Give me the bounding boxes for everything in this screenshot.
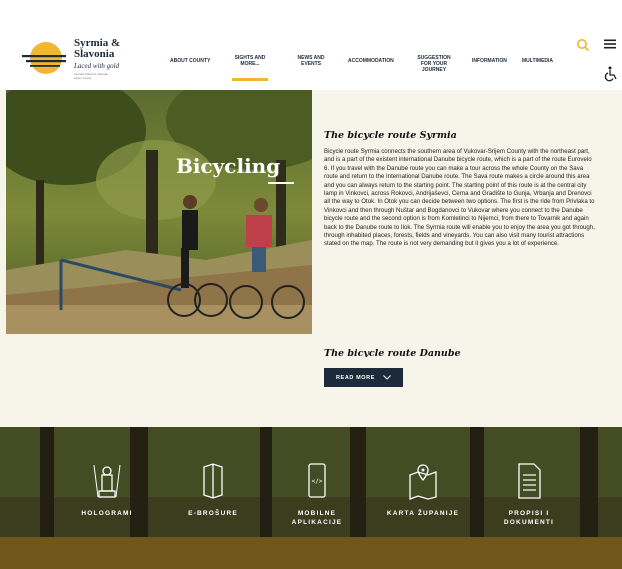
article: The bicycle route Syrmia Bicycle route S…: [324, 130, 596, 357]
next-article-title: The bicycle route Danube: [324, 348, 461, 357]
nav-item-suggestion[interactable]: SUGGESTION FOR YOUR JOURNEY: [412, 55, 456, 73]
read-more-button[interactable]: READ MORE: [324, 368, 403, 387]
footer-label-holograms: HOLOGRAMI: [81, 510, 133, 517]
search-icon[interactable]: [576, 38, 590, 52]
map-icon: [409, 464, 437, 500]
hologram-monument-icon: [93, 464, 121, 498]
hero-title-underline: [268, 182, 294, 184]
nav-item-multimedia[interactable]: MULTIMEDIA: [522, 58, 553, 64]
resources-footer: HOLOGRAMI E-BROŠURE </> MOBILNE APLIKACI…: [0, 427, 622, 569]
read-more-label: READ MORE: [335, 374, 375, 381]
hamburger-menu-icon[interactable]: [604, 38, 616, 50]
brand-line2: Slavonia: [74, 48, 115, 60]
main-content: Bicycling The bicycle route Syrmia Bicyc…: [0, 90, 622, 427]
article-body: Bicycle route Syrmia connects the southe…: [324, 148, 595, 248]
brand-subtext: touristic board of vukovar-srijem county: [74, 72, 109, 80]
nav-item-news-events[interactable]: NEWS AND EVENTS: [294, 55, 328, 67]
logo-sun-icon[interactable]: [20, 38, 68, 78]
footer-item-mobile-apps[interactable]: </> MOBILNE APLIKACIJE: [272, 461, 362, 527]
brand-tagline: Laced with gold: [74, 62, 120, 70]
document-icon: [518, 463, 541, 499]
nav-item-information[interactable]: INFORMATION: [472, 58, 507, 64]
main-navigation: ABOUT COUNTY SIGHTS AND MORE... NEWS AND…: [166, 55, 566, 81]
footer-item-documents[interactable]: PROPISI I DOKUMENTI: [484, 461, 574, 527]
brochure-icon: [203, 463, 223, 499]
footer-label-brochures: E-BROŠURE: [188, 510, 238, 517]
hero-image: Bicycling: [6, 90, 312, 334]
nav-item-about-county[interactable]: ABOUT COUNTY: [170, 58, 210, 64]
hero-photo-bicyclists: [6, 90, 312, 334]
nav-item-sights[interactable]: SIGHTS AND MORE...: [232, 55, 268, 81]
mobile-app-icon: </>: [308, 463, 326, 498]
chevron-down-icon: [383, 375, 391, 380]
wheelchair-accessibility-icon[interactable]: [604, 66, 618, 82]
hero-title: Bicycling: [176, 154, 281, 178]
footer-item-brochures[interactable]: E-BROŠURE: [168, 461, 258, 518]
footer-label-documents: PROPISI I DOKUMENTI: [503, 510, 555, 526]
article-title: The bicycle route Syrmia: [324, 130, 457, 141]
brand-name[interactable]: Syrmia & Slavonia Laced with gold touris…: [74, 38, 164, 81]
footer-item-county-map[interactable]: KARTA ŽUPANIJE: [378, 461, 468, 518]
footer-label-mobile-apps: MOBILNE APLIKACIJE: [291, 510, 343, 526]
footer-item-holograms[interactable]: HOLOGRAMI: [62, 461, 152, 518]
footer-label-county-map: KARTA ŽUPANIJE: [386, 510, 460, 517]
site-header: Syrmia & Slavonia Laced with gold touris…: [0, 0, 622, 90]
nav-item-accommodation[interactable]: ACCOMMODATION: [348, 58, 394, 64]
svg-text:</>: </>: [312, 478, 323, 485]
